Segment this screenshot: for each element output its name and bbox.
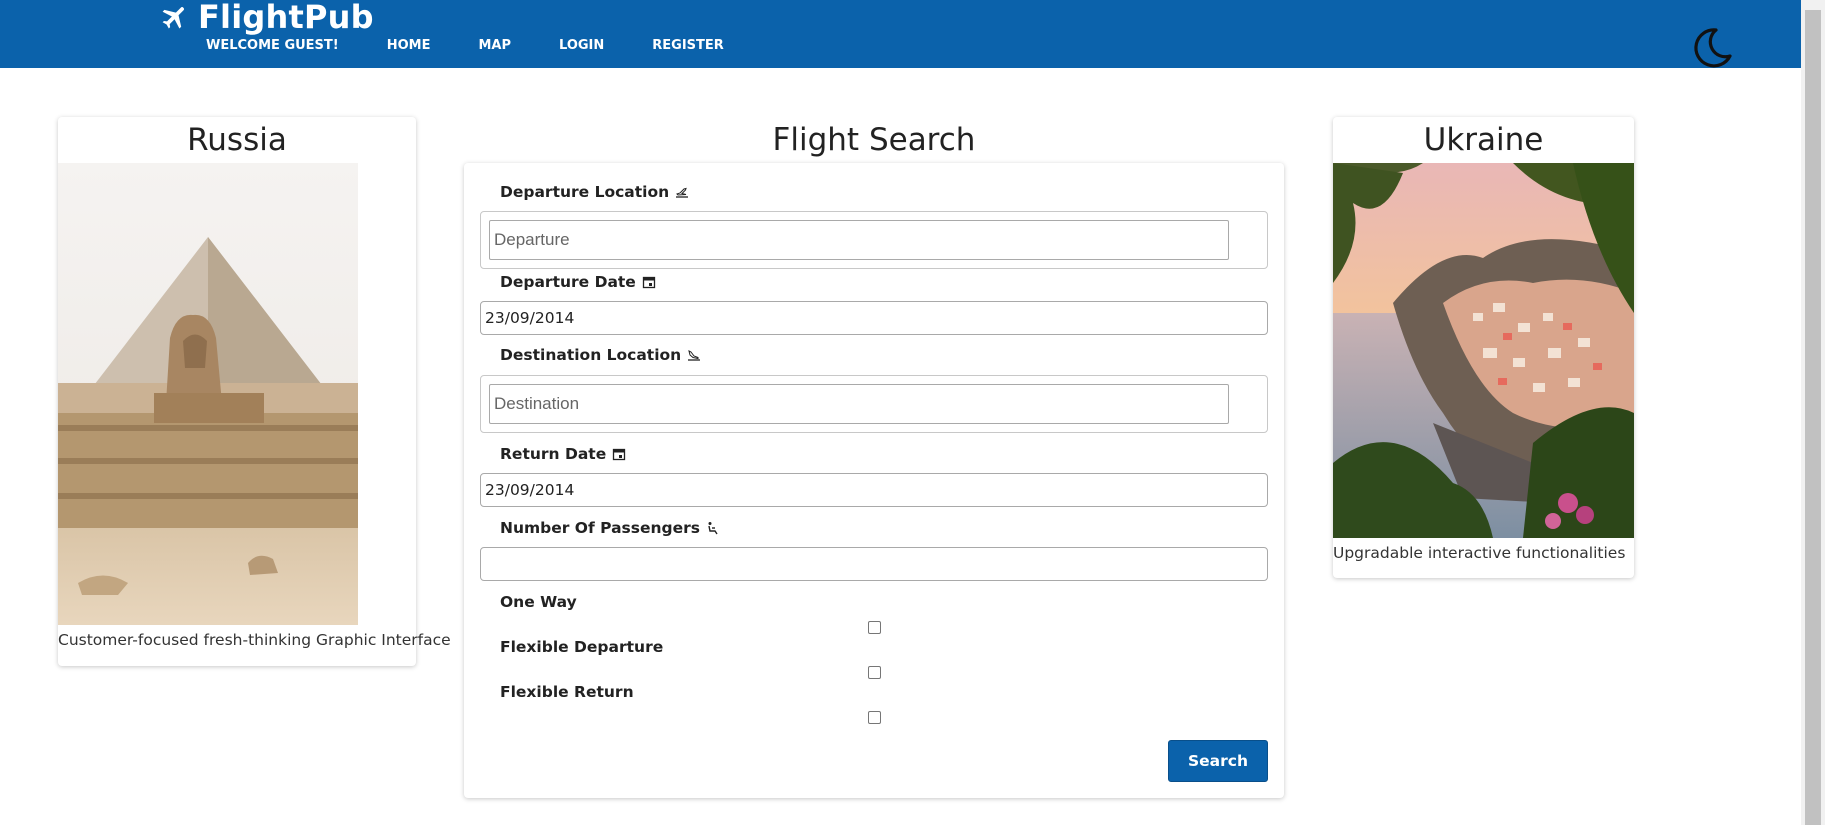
destination-fieldset [480,375,1268,433]
nav-login[interactable]: LOGIN [559,38,604,53]
top-navbar: FlightPub WELCOME GUEST! HOME MAP LOGIN … [0,0,1801,68]
pyramid-sphinx-photo [58,163,358,625]
card-title: Ukraine [1423,122,1544,158]
seat-icon [708,522,718,535]
nav-welcome: WELCOME GUEST! [206,38,339,53]
destination-card-right[interactable]: Ukraine Upgradable interactive functiona… [1333,117,1634,578]
calendar-icon [613,448,626,461]
return-date-input[interactable] [480,473,1268,507]
search-title: Flight Search [772,122,976,158]
flexible-departure-checkbox[interactable] [868,666,881,679]
airplane-icon [160,2,190,32]
card-caption: Customer-focused fresh-thinking Graphic … [58,631,451,649]
departure-date-label: Departure Date [500,273,656,291]
destination-card-left[interactable]: Russia Customer-focused fresh-thinking G… [58,117,451,666]
brand[interactable]: FlightPub [160,0,374,36]
nav-register[interactable]: REGISTER [652,38,724,53]
passengers-label: Number Of Passengers [500,519,720,537]
flexible-return-checkbox[interactable] [868,711,881,724]
destination-location-label: Destination Location [500,346,701,364]
departure-input[interactable] [489,220,1229,260]
departure-location-label: Departure Location [500,183,689,201]
nav-links: WELCOME GUEST! HOME MAP LOGIN REGISTER [206,38,772,53]
card-caption: Upgradable interactive functionalities [1333,544,1626,562]
calendar-icon [642,276,655,289]
flexible-departure-label: Flexible Departure [500,638,664,656]
passengers-input[interactable] [480,547,1268,581]
departure-date-input[interactable] [480,301,1268,335]
nav-map[interactable]: MAP [478,38,511,53]
flexible-return-label: Flexible Return [500,683,634,701]
flight-search-form: Departure Location Departure Date Destin… [464,163,1284,798]
destination-input[interactable] [489,384,1229,424]
plane-arrival-icon [688,350,701,361]
brand-name: FlightPub [198,0,374,36]
card-title: Russia [187,122,287,158]
nav-home[interactable]: HOME [387,38,431,53]
coastal-town-photo [1333,163,1634,538]
departure-fieldset [480,211,1268,269]
moon-icon[interactable] [1690,26,1734,70]
scrollbar-thumb[interactable] [1805,10,1821,825]
plane-departure-icon [676,187,689,198]
one-way-checkbox[interactable] [868,621,881,634]
return-date-label: Return Date [500,445,626,463]
one-way-label: One Way [500,593,577,611]
search-button[interactable]: Search [1168,740,1268,782]
